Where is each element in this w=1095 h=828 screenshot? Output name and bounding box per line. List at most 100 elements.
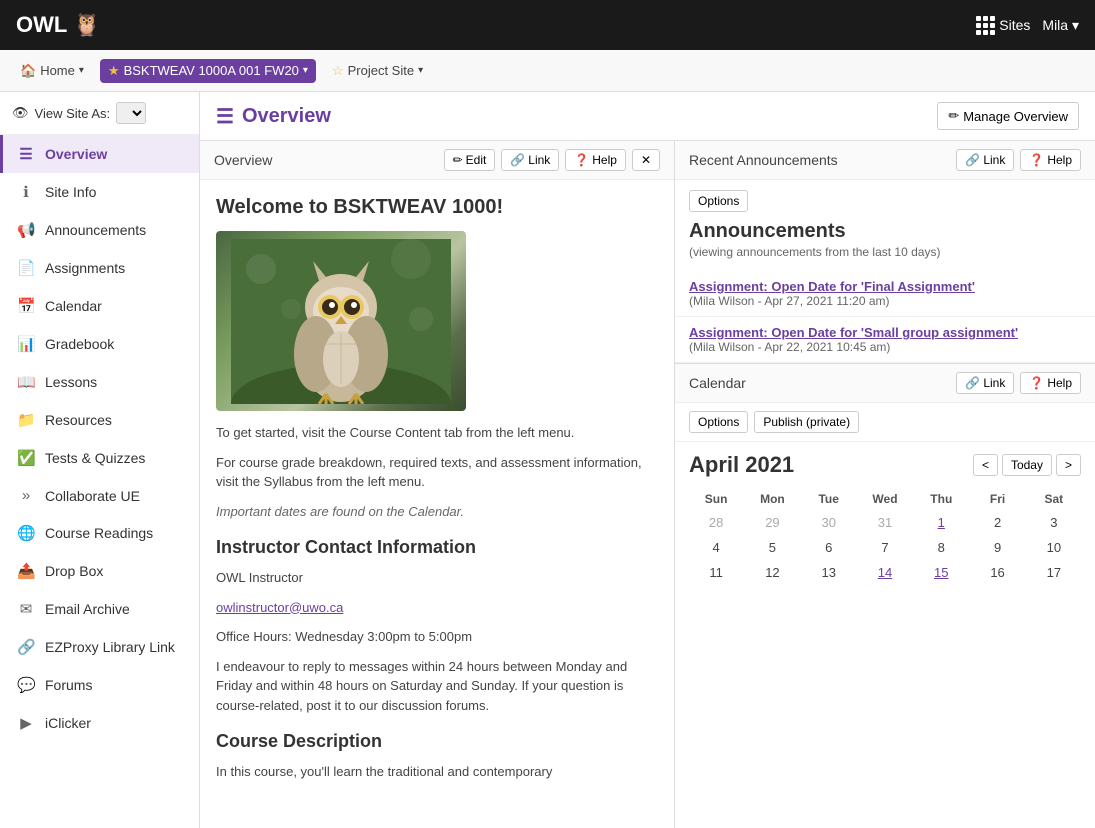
edit-button[interactable]: ✏ Edit: [444, 149, 496, 171]
announcements-panel-actions: 🔗 Link ❓ Help: [956, 149, 1081, 171]
star-icon: ★: [108, 63, 120, 79]
manage-overview-button[interactable]: ✏ Manage Overview: [937, 102, 1079, 130]
announcements-help-icon: ❓: [1029, 153, 1044, 167]
calendar-options-bar: Options Publish (private): [675, 403, 1095, 442]
calendar-week-3: 11 12 13 14 15 16 17: [689, 560, 1081, 585]
calendar-day-28-gray[interactable]: 28: [689, 510, 743, 535]
announcements-link-button[interactable]: 🔗 Link: [956, 149, 1014, 171]
calendar-link-button[interactable]: 🔗 Link: [956, 372, 1014, 394]
tests-icon: ✅: [17, 449, 35, 467]
view-site-as-select[interactable]: [116, 102, 146, 124]
calendar-day-7[interactable]: 7: [858, 535, 912, 560]
calendar-day-17[interactable]: 17: [1027, 560, 1081, 585]
calendar-navigation: < Today >: [973, 454, 1081, 476]
calendar-day-14[interactable]: 14: [858, 560, 912, 585]
owl-logo: OWL 🦉: [16, 12, 101, 38]
user-menu-button[interactable]: Mila ▾: [1042, 17, 1079, 34]
calendar-today-button[interactable]: Today: [1002, 454, 1052, 476]
sidebar-item-drop-box[interactable]: 📤 Drop Box: [0, 552, 199, 590]
breadcrumb-course[interactable]: ★ BSKTWEAV 1000A 001 FW20 ▾: [100, 59, 316, 83]
breadcrumb-project-label: Project Site: [348, 63, 414, 78]
calendar-day-5[interactable]: 5: [745, 535, 799, 560]
breadcrumb-home[interactable]: 🏠 Home ▾: [12, 59, 92, 83]
calendar-help-button[interactable]: ❓ Help: [1020, 372, 1081, 394]
announcement-link-1[interactable]: Assignment: Open Date for 'Final Assignm…: [689, 279, 1081, 294]
calendar-day-8[interactable]: 8: [914, 535, 968, 560]
sidebar-item-lessons[interactable]: 📖 Lessons: [0, 363, 199, 401]
calendar-help-icon: ❓: [1029, 376, 1044, 390]
owl-icon: 🦉: [73, 12, 100, 38]
sidebar-item-assignments[interactable]: 📄 Assignments: [0, 249, 199, 287]
calendar-day-1[interactable]: 1: [914, 510, 968, 535]
sidebar-item-forums[interactable]: 💬 Forums: [0, 666, 199, 704]
course-caret-icon: ▾: [303, 65, 308, 76]
content-area: ☰ Overview ✏ Manage Overview Overview ✏ …: [200, 92, 1095, 828]
link-button[interactable]: 🔗 Link: [501, 149, 559, 171]
help-button[interactable]: ❓ Help: [565, 149, 626, 171]
home-icon: 🏠: [20, 63, 36, 79]
calendar-day-9[interactable]: 9: [970, 535, 1024, 560]
expand-button[interactable]: ✕: [632, 149, 660, 171]
calendar-day-2[interactable]: 2: [970, 510, 1024, 535]
calendar-day-4[interactable]: 4: [689, 535, 743, 560]
announcement-link-2[interactable]: Assignment: Open Date for 'Small group a…: [689, 325, 1081, 340]
calendar-day-10[interactable]: 10: [1027, 535, 1081, 560]
calendar-link-icon: 🔗: [965, 376, 980, 390]
sidebar-item-calendar[interactable]: 📅 Calendar: [0, 287, 199, 325]
calendar-panel-header: Calendar 🔗 Link ❓ Help: [675, 364, 1095, 403]
sidebar-item-site-info[interactable]: ℹ Site Info: [0, 173, 199, 211]
instructor-email-link[interactable]: owlinstructor@uwo.ca: [216, 600, 343, 615]
breadcrumb-project[interactable]: ☆ Project Site ▾: [324, 59, 431, 83]
top-navigation: OWL 🦉 Sites Mila ▾: [0, 0, 1095, 50]
sidebar-forums-label: Forums: [45, 677, 92, 693]
owl-svg: [231, 239, 451, 404]
sidebar-item-email-archive[interactable]: ✉ Email Archive: [0, 590, 199, 628]
sidebar-item-iclicker[interactable]: ▶ iClicker: [0, 704, 199, 742]
text-paragraph-2: For course grade breakdown, required tex…: [216, 453, 658, 492]
calendar-options-button[interactable]: Options: [689, 411, 748, 433]
drop-box-icon: 📤: [17, 562, 35, 580]
announcement-item-2: Assignment: Open Date for 'Small group a…: [675, 317, 1095, 363]
calendar-day-31-gray[interactable]: 31: [858, 510, 912, 535]
calendar-day-12[interactable]: 12: [745, 560, 799, 585]
sites-button[interactable]: Sites: [976, 16, 1030, 35]
sidebar-item-ezproxy[interactable]: 🔗 EZProxy Library Link: [0, 628, 199, 666]
calendar-day-16[interactable]: 16: [970, 560, 1024, 585]
calendar-publish-button[interactable]: Publish (private): [754, 411, 859, 433]
sidebar-item-overview[interactable]: ☰ Overview: [0, 135, 199, 173]
calendar-prev-button[interactable]: <: [973, 454, 998, 476]
sidebar-item-announcements[interactable]: 📢 Announcements: [0, 211, 199, 249]
calendar-day-3[interactable]: 3: [1027, 510, 1081, 535]
calendar-day-29-gray[interactable]: 29: [745, 510, 799, 535]
announcements-help-button[interactable]: ❓ Help: [1020, 149, 1081, 171]
day-header-thu: Thu: [914, 488, 968, 510]
logo-text: OWL: [16, 12, 67, 38]
course-desc-text: In this course, you'll learn the traditi…: [216, 762, 658, 782]
sidebar-item-resources[interactable]: 📁 Resources: [0, 401, 199, 439]
sidebar-item-gradebook[interactable]: 📊 Gradebook: [0, 325, 199, 363]
day-header-wed: Wed: [858, 488, 912, 510]
announcements-section: Recent Announcements 🔗 Link ❓ Help: [675, 141, 1095, 363]
sidebar-item-course-readings[interactable]: 🌐 Course Readings: [0, 514, 199, 552]
announcements-options-button[interactable]: Options: [689, 190, 748, 212]
sidebar-drop-box-label: Drop Box: [45, 563, 103, 579]
owl-image: [216, 231, 466, 411]
calendar-day-30-gray[interactable]: 30: [802, 510, 856, 535]
sidebar-collaborate-label: Collaborate UE: [45, 488, 140, 504]
announcements-icon: 📢: [17, 221, 35, 239]
forums-icon: 💬: [17, 676, 35, 694]
announcements-title: Announcements: [675, 216, 1095, 245]
calendar-day-11[interactable]: 11: [689, 560, 743, 585]
sidebar-email-archive-label: Email Archive: [45, 601, 130, 617]
welcome-title: Welcome to BSKTWEAV 1000!: [216, 196, 658, 219]
day-header-mon: Mon: [745, 488, 799, 510]
sidebar-item-tests-quizzes[interactable]: ✅ Tests & Quizzes: [0, 439, 199, 477]
calendar-day-15[interactable]: 15: [914, 560, 968, 585]
calendar-day-13[interactable]: 13: [802, 560, 856, 585]
sidebar-item-collaborate-ue[interactable]: » Collaborate UE: [0, 477, 199, 514]
calendar-next-button[interactable]: >: [1056, 454, 1081, 476]
sidebar-course-readings-label: Course Readings: [45, 525, 153, 541]
main-layout: 👁 View Site As: ☰ Overview ℹ Site Info 📢…: [0, 92, 1095, 828]
calendar-day-6[interactable]: 6: [802, 535, 856, 560]
overview-panel-content: Welcome to BSKTWEAV 1000!: [200, 180, 674, 828]
